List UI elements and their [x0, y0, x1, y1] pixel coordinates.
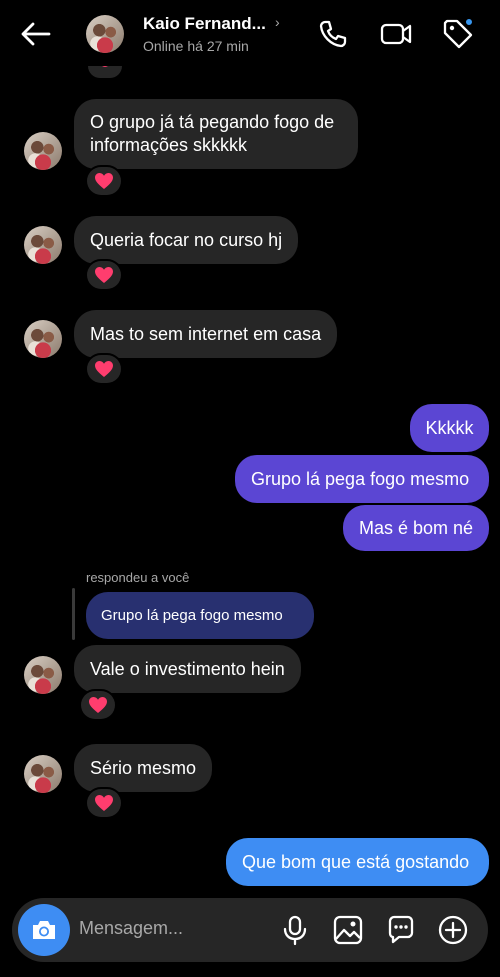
- avatar[interactable]: [24, 320, 62, 358]
- message-text: O grupo já tá pegando fogo de: [90, 112, 335, 132]
- message-bubble-incoming[interactable]: O grupo já tá pegando fogo de informaçõe…: [74, 99, 358, 169]
- camera-icon: [33, 921, 55, 939]
- plus-icon[interactable]: [437, 914, 469, 946]
- contact-name[interactable]: Kaio Fernand...: [143, 14, 266, 34]
- message-bubble-incoming[interactable]: Vale o investimento hein: [74, 645, 301, 693]
- video-camera-icon[interactable]: [379, 17, 413, 51]
- message-bubble-incoming[interactable]: Mas to sem internet em casa: [74, 310, 338, 358]
- chevron-right-icon[interactable]: ›: [275, 14, 280, 30]
- notification-dot: [464, 17, 474, 27]
- microphone-icon[interactable]: [279, 914, 311, 946]
- reaction-badge[interactable]: [85, 353, 123, 385]
- avatar[interactable]: [24, 226, 62, 264]
- message-composer: Mensagem...: [12, 898, 488, 962]
- reaction-badge[interactable]: [85, 787, 123, 819]
- message-text: Queria focar no curso hj: [90, 229, 283, 250]
- reply-label: respondeu a você: [86, 570, 190, 585]
- message-bubble-outgoing[interactable]: Kkkkk: [410, 404, 489, 452]
- message-text: Mas to sem internet em casa: [90, 323, 322, 344]
- message-text: Mas é bom né: [359, 517, 474, 538]
- reaction-badge[interactable]: [85, 259, 123, 291]
- heart-icon: [89, 697, 107, 713]
- message-bubble-outgoing[interactable]: Grupo lá pega fogo mesmo: [235, 455, 489, 503]
- phone-icon[interactable]: [316, 17, 350, 51]
- avatar[interactable]: [24, 132, 62, 170]
- message-bubble-incoming[interactable]: Queria focar no curso hj: [74, 216, 299, 264]
- heart-icon: [95, 361, 113, 377]
- contact-status: Online há 27 min: [143, 38, 249, 54]
- avatar[interactable]: [24, 755, 62, 793]
- message-text: informações skkkkk: [90, 135, 248, 155]
- message-text: Que bom que está gostando: [242, 851, 470, 872]
- message-bubble-incoming[interactable]: Sério mesmo: [74, 744, 213, 792]
- contact-avatar[interactable]: [86, 15, 124, 53]
- quoted-text: Grupo lá pega fogo mesmo: [101, 607, 283, 624]
- reaction-badge[interactable]: [79, 689, 117, 721]
- gallery-icon[interactable]: [332, 914, 364, 946]
- camera-button[interactable]: [18, 904, 70, 956]
- avatar[interactable]: [24, 656, 62, 694]
- reaction-badge[interactable]: [85, 165, 123, 197]
- chat-header: Kaio Fernand... › Online há 27 min: [0, 0, 500, 66]
- heart-icon: [95, 795, 113, 811]
- reply-indicator-bar: [72, 588, 75, 640]
- heart-icon: [95, 173, 113, 189]
- back-arrow-icon[interactable]: [18, 16, 54, 52]
- message-bubble-outgoing[interactable]: Que bom que está gostando: [226, 838, 489, 886]
- message-input[interactable]: Mensagem...: [79, 918, 183, 939]
- message-text: Grupo lá pega fogo mesmo: [251, 468, 470, 489]
- message-text: Vale o investimento hein: [90, 658, 285, 679]
- message-text: Kkkkk: [425, 417, 474, 438]
- message-text: Sério mesmo: [90, 757, 197, 778]
- heart-icon: [95, 267, 113, 283]
- message-bubble-outgoing[interactable]: Mas é bom né: [343, 505, 489, 551]
- sticker-icon[interactable]: [385, 914, 417, 946]
- quoted-message[interactable]: Grupo lá pega fogo mesmo: [86, 592, 314, 639]
